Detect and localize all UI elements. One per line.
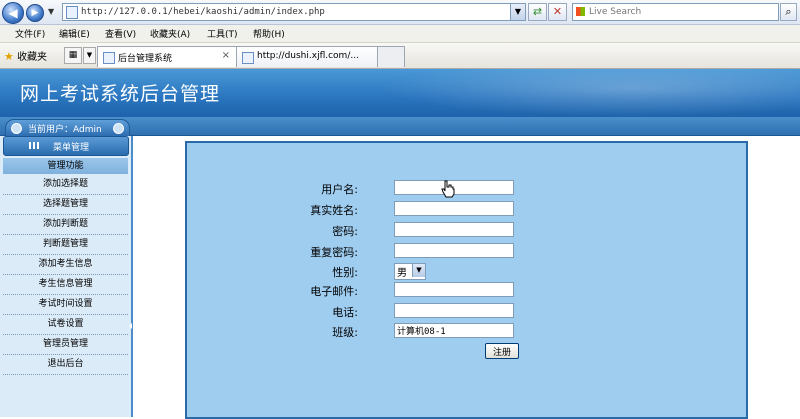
password-row: 密码: [187, 222, 746, 238]
sidebar-item-exam-time[interactable]: 考试时间设置 [3, 295, 128, 315]
history-dropdown-icon[interactable]: ▼ [48, 7, 54, 16]
quick-tabs-button[interactable]: ▦ [64, 47, 82, 64]
tab-label: http://dushi.xjfl.com/... [257, 51, 359, 61]
star-icon: ★ [4, 50, 14, 63]
gender-value: 男 [397, 268, 407, 279]
new-tab-button[interactable] [377, 46, 405, 67]
url-dropdown-icon[interactable]: ▼ [510, 4, 525, 20]
current-user-label: 当前用户：Admin [28, 125, 102, 135]
email-row: 电子邮件: [187, 282, 746, 298]
sidebar-item-student-manage[interactable]: 考生信息管理 [3, 275, 128, 295]
menu-header: 菜单管理 [3, 136, 129, 156]
search-box[interactable] [572, 3, 779, 21]
sidebar-item-add-choice[interactable]: 添加选择题 [3, 175, 128, 195]
banner-glow [380, 69, 800, 117]
menu-view[interactable]: 查看(V) [105, 27, 136, 40]
sidebar-item-logout[interactable]: 退出后台 [3, 355, 128, 375]
stop-icon: ✕ [552, 5, 563, 18]
realname-row: 真实姓名: [187, 201, 746, 217]
url-box[interactable]: ▼ [62, 3, 526, 21]
chevron-down-icon: ▼ [86, 51, 93, 59]
sidebar-item-admin-manage[interactable]: 管理员管理 [3, 335, 128, 355]
sidebar-item-paper-settings[interactable]: 试卷设置 [3, 315, 128, 335]
forward-arrow-icon: ▶ [31, 8, 39, 18]
page-icon [242, 52, 254, 64]
password-confirm-row: 重复密码: [187, 243, 746, 259]
phone-input[interactable] [394, 303, 514, 318]
section-title: 管理功能 [3, 158, 128, 174]
gender-row: 性别: 男 ▼ [187, 263, 746, 280]
favorites-button[interactable]: ★ 收藏夹 [4, 48, 47, 63]
magnifier-icon: ⌕ [785, 5, 792, 18]
class-input[interactable] [394, 323, 514, 338]
sidebar-item-judge-manage[interactable]: 判断题管理 [3, 235, 128, 255]
username-label: 用户名: [321, 183, 358, 196]
search-input[interactable] [589, 5, 769, 18]
page-icon [66, 6, 78, 19]
header-banner: 网上考试系统后台管理 [0, 69, 800, 117]
menu-help[interactable]: 帮助(H) [253, 27, 285, 40]
menu-bar: 文件(F) 编辑(E) 查看(V) 收藏夹(A) 工具(T) 帮助(H) [0, 25, 800, 43]
tab-bar: ★ 收藏夹 ▦ ▼ 后台管理系统 × http://dushi.xjfl.com… [0, 43, 800, 69]
collapse-arrow-icon[interactable] [129, 323, 132, 329]
page-content: 网上考试系统后台管理 当前用户：Admin 菜单管理 管理功能 添加选择题 选择… [0, 69, 800, 419]
tab-label: 后台管理系统 [118, 54, 173, 64]
refresh-icon: ⇄ [532, 5, 543, 18]
menu-header-label: 菜单管理 [53, 143, 90, 153]
gender-label: 性别: [332, 266, 358, 279]
password-input[interactable] [394, 222, 514, 237]
tab-list-dropdown[interactable]: ▼ [83, 47, 96, 64]
menu-tools[interactable]: 工具(T) [207, 27, 238, 40]
class-label: 班级: [332, 326, 358, 339]
stop-button[interactable]: ✕ [548, 3, 567, 21]
back-button[interactable]: ◀ [2, 2, 24, 24]
sidebar-item-choice-manage[interactable]: 选择题管理 [3, 195, 128, 215]
password-confirm-input[interactable] [394, 243, 514, 258]
sidebar-item-add-student[interactable]: 添加考生信息 [3, 255, 128, 275]
sidebar: 菜单管理 管理功能 添加选择题 选择题管理 添加判断题 判断题管理 添加考生信息… [0, 136, 133, 417]
current-user-tab: 当前用户：Admin [5, 119, 130, 137]
realname-input[interactable] [394, 201, 514, 216]
live-search-logo-icon [576, 7, 585, 16]
search-button[interactable]: ⌕ [780, 3, 797, 21]
sidebar-item-add-judge[interactable]: 添加判断题 [3, 215, 128, 235]
hand-cursor-icon [441, 180, 455, 198]
left-knob-icon [11, 123, 22, 134]
registration-form: 用户名: 真实姓名: 密码: 重复密码: 性别: 男 ▼ 电子邮件: 电话: 班… [185, 141, 748, 419]
refresh-button[interactable]: ⇄ [528, 3, 547, 21]
gender-select[interactable]: 男 ▼ [394, 263, 426, 280]
close-tab-icon[interactable]: × [222, 50, 230, 61]
url-input[interactable] [81, 5, 501, 18]
menu-icon [29, 142, 41, 149]
password-confirm-label: 重复密码: [310, 246, 358, 259]
menu-file[interactable]: 文件(F) [15, 27, 45, 40]
class-row: 班级: [187, 323, 746, 339]
grid-icon: ▦ [68, 50, 78, 60]
email-input[interactable] [394, 282, 514, 297]
chevron-down-icon: ▼ [412, 264, 425, 277]
register-button[interactable]: 注册 [485, 343, 519, 359]
back-arrow-icon: ◀ [8, 6, 18, 20]
forward-button[interactable]: ▶ [26, 4, 44, 22]
menu-edit[interactable]: 编辑(E) [59, 27, 90, 40]
favorites-label: 收藏夹 [17, 52, 48, 63]
password-label: 密码: [332, 225, 358, 238]
page-title: 网上考试系统后台管理 [20, 83, 221, 105]
phone-label: 电话: [332, 306, 358, 319]
menu-favorites[interactable]: 收藏夹(A) [150, 27, 190, 40]
phone-row: 电话: [187, 303, 746, 319]
right-knob-icon [113, 123, 124, 134]
address-bar: ◀ ▶ ▼ ▼ ⇄ ✕ ⌕ [0, 0, 800, 25]
tab-admin[interactable]: 后台管理系统 × [97, 46, 237, 67]
tab-dushi[interactable]: http://dushi.xjfl.com/... [236, 46, 378, 67]
realname-label: 真实姓名: [310, 204, 358, 217]
username-row: 用户名: [187, 180, 746, 196]
email-label: 电子邮件: [310, 285, 358, 298]
page-icon [103, 52, 115, 64]
